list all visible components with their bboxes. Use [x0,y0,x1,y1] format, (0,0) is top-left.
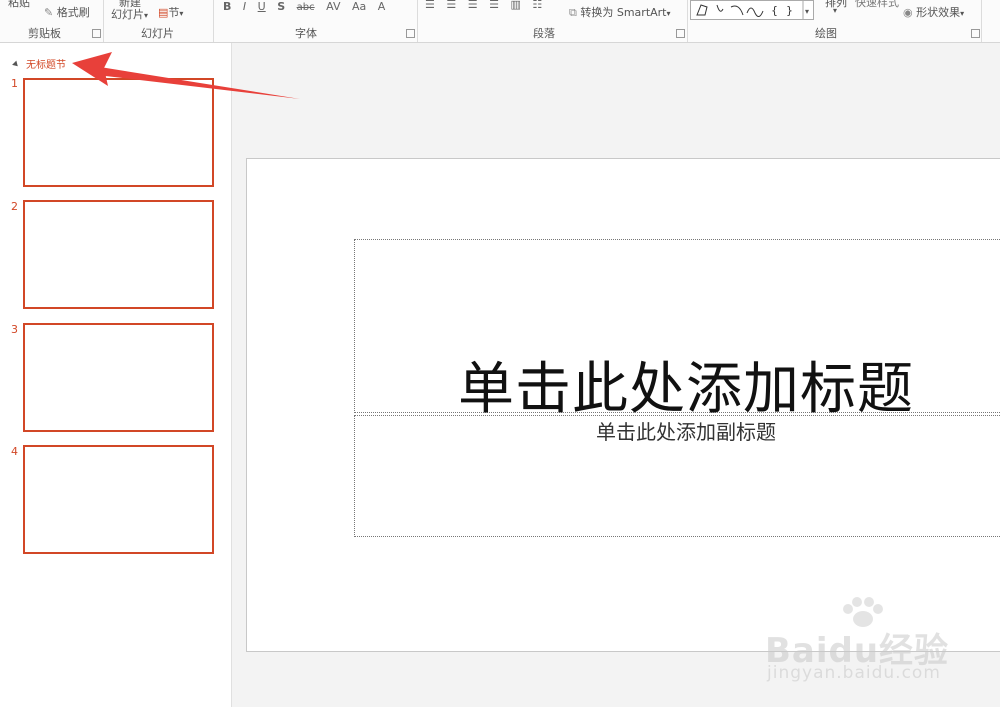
bold-button[interactable]: B [221,0,233,13]
section-label: 节 [168,6,180,19]
align-center-icon[interactable]: ☰ [444,0,458,11]
convert-smartart-button[interactable]: ⧉ 转换为 SmartArt▾ [569,4,671,22]
chevron-down-icon: ▾ [833,6,838,15]
chevron-down-icon: ▾ [179,9,184,18]
shape-effects-label: 形状效果 [916,6,961,19]
section-name: 无标题节 [26,60,66,71]
align-left-icon[interactable]: ☰ [423,0,437,11]
section-button[interactable]: ▤节▾ [158,4,183,22]
new-slide-button[interactable]: 幻灯片▾ [111,6,148,24]
shape-effects-icon: ◉ [903,6,913,19]
slide-number: 3 [11,323,18,336]
align-buttons: ☰ ☰ ☰ ☰ ▥ ☷ [423,0,548,16]
drawing-group-label: 绘图 [815,27,837,40]
chevron-down-icon: ▾ [960,9,965,18]
underline-button[interactable]: U [256,0,268,13]
watermark-url: jingyan.baidu.com [767,663,941,683]
shadow-button[interactable]: S [275,0,287,13]
collapse-triangle-icon[interactable] [12,60,20,69]
paste-button[interactable]: 粘贴 [8,0,30,12]
slides-group: 新建 幻灯片▾ ▤节▾ 幻灯片 [103,0,214,42]
line-spacing-icon[interactable]: ☷ [530,0,544,11]
subtitle-placeholder-text: 单击此处添加副标题 [596,420,776,444]
subtitle-placeholder[interactable]: 单击此处添加副标题 [354,415,1000,537]
clipboard-launcher-icon[interactable] [92,29,101,38]
justify-icon[interactable]: ☰ [487,0,501,11]
chevron-down-icon: ▾ [144,11,149,20]
change-case-button[interactable]: Aa [350,0,368,13]
section-header[interactable]: 无标题节 [12,56,66,71]
slide-thumbnail[interactable] [23,445,214,554]
align-right-icon[interactable]: ☰ [466,0,480,11]
svg-text:}: } [786,4,793,17]
paragraph-launcher-icon[interactable] [676,29,685,38]
section-icon: ▤ [158,6,169,19]
title-placeholder-text: 单击此处添加标题 [458,357,914,422]
drawing-group: { } ▾ 排列 ▾ 快速样式 ◉ 形状效果▾ 绘图 [687,0,982,42]
quick-styles-label: 快速样式 [855,0,899,9]
shape-effects-button[interactable]: ◉ 形状效果▾ [903,4,964,22]
format-painter-icon: ✎ [44,6,54,19]
slide-number: 2 [11,200,18,213]
slide-thumbnail[interactable] [23,200,214,309]
slide-number: 1 [11,77,18,90]
font-toolbar: B I U S abc AV Aa A [221,0,391,18]
chevron-down-icon: ▾ [666,9,671,18]
font-group-label: 字体 [295,27,317,40]
slides-group-label: 幻灯片 [141,27,174,40]
slide-canvas[interactable]: 单击此处添加标题 单击此处添加副标题 [246,158,1000,652]
smartart-icon: ⧉ [569,6,577,19]
slide-thumbnail[interactable] [23,323,214,432]
slide-thumbnail-pane: 无标题节 1 2 3 4 [0,43,232,707]
quick-styles-button[interactable]: 快速样式 [855,0,899,12]
clipboard-group: 粘贴 ✎ 格式刷 剪贴板 [0,0,104,42]
paragraph-group-label: 段落 [533,27,555,40]
paste-label: 粘贴 [8,0,30,9]
baidu-watermark: Baidu经验 jingyan.baidu.com [765,597,955,691]
slide-number: 4 [11,445,18,458]
font-launcher-icon[interactable] [406,29,415,38]
font-color-button[interactable]: A [376,0,388,13]
smartart-label: 转换为 SmartArt [580,6,667,19]
shapes-gallery-icon: { } ▾ [696,1,809,19]
slide-thumbnail[interactable] [23,78,214,187]
clipboard-group-label: 剪贴板 [28,27,61,40]
title-placeholder[interactable]: 单击此处添加标题 [354,239,1000,422]
strikethrough-button[interactable]: abc [295,2,317,13]
shapes-gallery[interactable]: { } ▾ [690,0,814,20]
italic-button[interactable]: I [241,0,248,13]
ribbon: 粘贴 ✎ 格式刷 剪贴板 新建 幻灯片▾ ▤节▾ 幻灯片 B I U S abc… [0,0,1000,43]
char-spacing-button[interactable]: AV [324,0,342,13]
format-painter-label: 格式刷 [56,6,90,19]
font-group: B I U S abc AV Aa A 字体 [213,0,418,42]
format-painter-button[interactable]: ✎ 格式刷 [44,4,90,22]
svg-text:▾: ▾ [805,7,809,16]
drawing-launcher-icon[interactable] [971,29,980,38]
new-slide-label-2: 幻灯片 [111,8,144,21]
columns-icon[interactable]: ▥ [509,0,523,11]
svg-text:{: { [771,4,778,17]
paragraph-group: ☰ ☰ ☰ ☰ ▥ ☷ ⧉ 转换为 SmartArt▾ 段落 [417,0,688,42]
